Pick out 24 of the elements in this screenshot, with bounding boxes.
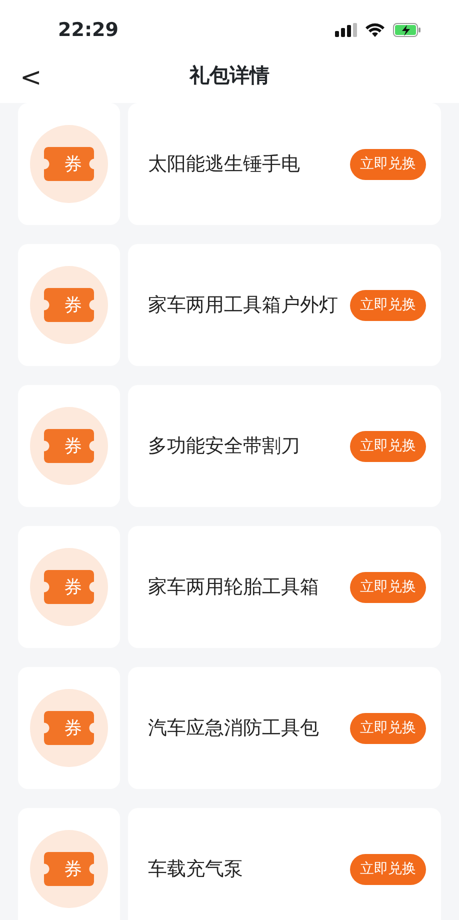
redeem-button[interactable]: 立即兑换 <box>350 290 426 320</box>
gift-name: 家车两用轮胎工具箱 <box>148 574 320 600</box>
coupon-badge: 券 <box>44 288 94 322</box>
coupon-badge: 券 <box>44 147 94 181</box>
wifi-icon <box>365 23 385 37</box>
redeem-button[interactable]: 立即兑换 <box>350 712 426 744</box>
back-button[interactable]: < <box>14 60 48 96</box>
signal-icon <box>335 23 357 37</box>
redeem-button[interactable]: 立即兑换 <box>350 854 426 884</box>
gift-name: 太阳能逃生锤手电 <box>148 152 301 176</box>
gift-name: 家车两用工具箱户外灯 <box>148 292 339 318</box>
coupon-badge: 券 <box>44 570 94 604</box>
coupon-badge: 券 <box>44 711 94 745</box>
redeem-button[interactable]: 立即兑换 <box>350 572 426 602</box>
gift-name: 车载充气泵 <box>148 856 244 882</box>
status-time: 22:29 <box>58 18 118 43</box>
coupon-badge: 券 <box>44 852 94 886</box>
battery-icon <box>393 23 421 37</box>
coupon-badge: 券 <box>44 429 94 463</box>
redeem-button[interactable]: 立即兑换 <box>350 430 426 462</box>
redeem-button[interactable]: 立即兑换 <box>350 148 426 180</box>
gift-name: 汽车应急消防工具包 <box>148 716 320 740</box>
gift-name: 多功能安全带割刀 <box>148 434 301 458</box>
page-title: 礼包详情 <box>190 62 270 89</box>
